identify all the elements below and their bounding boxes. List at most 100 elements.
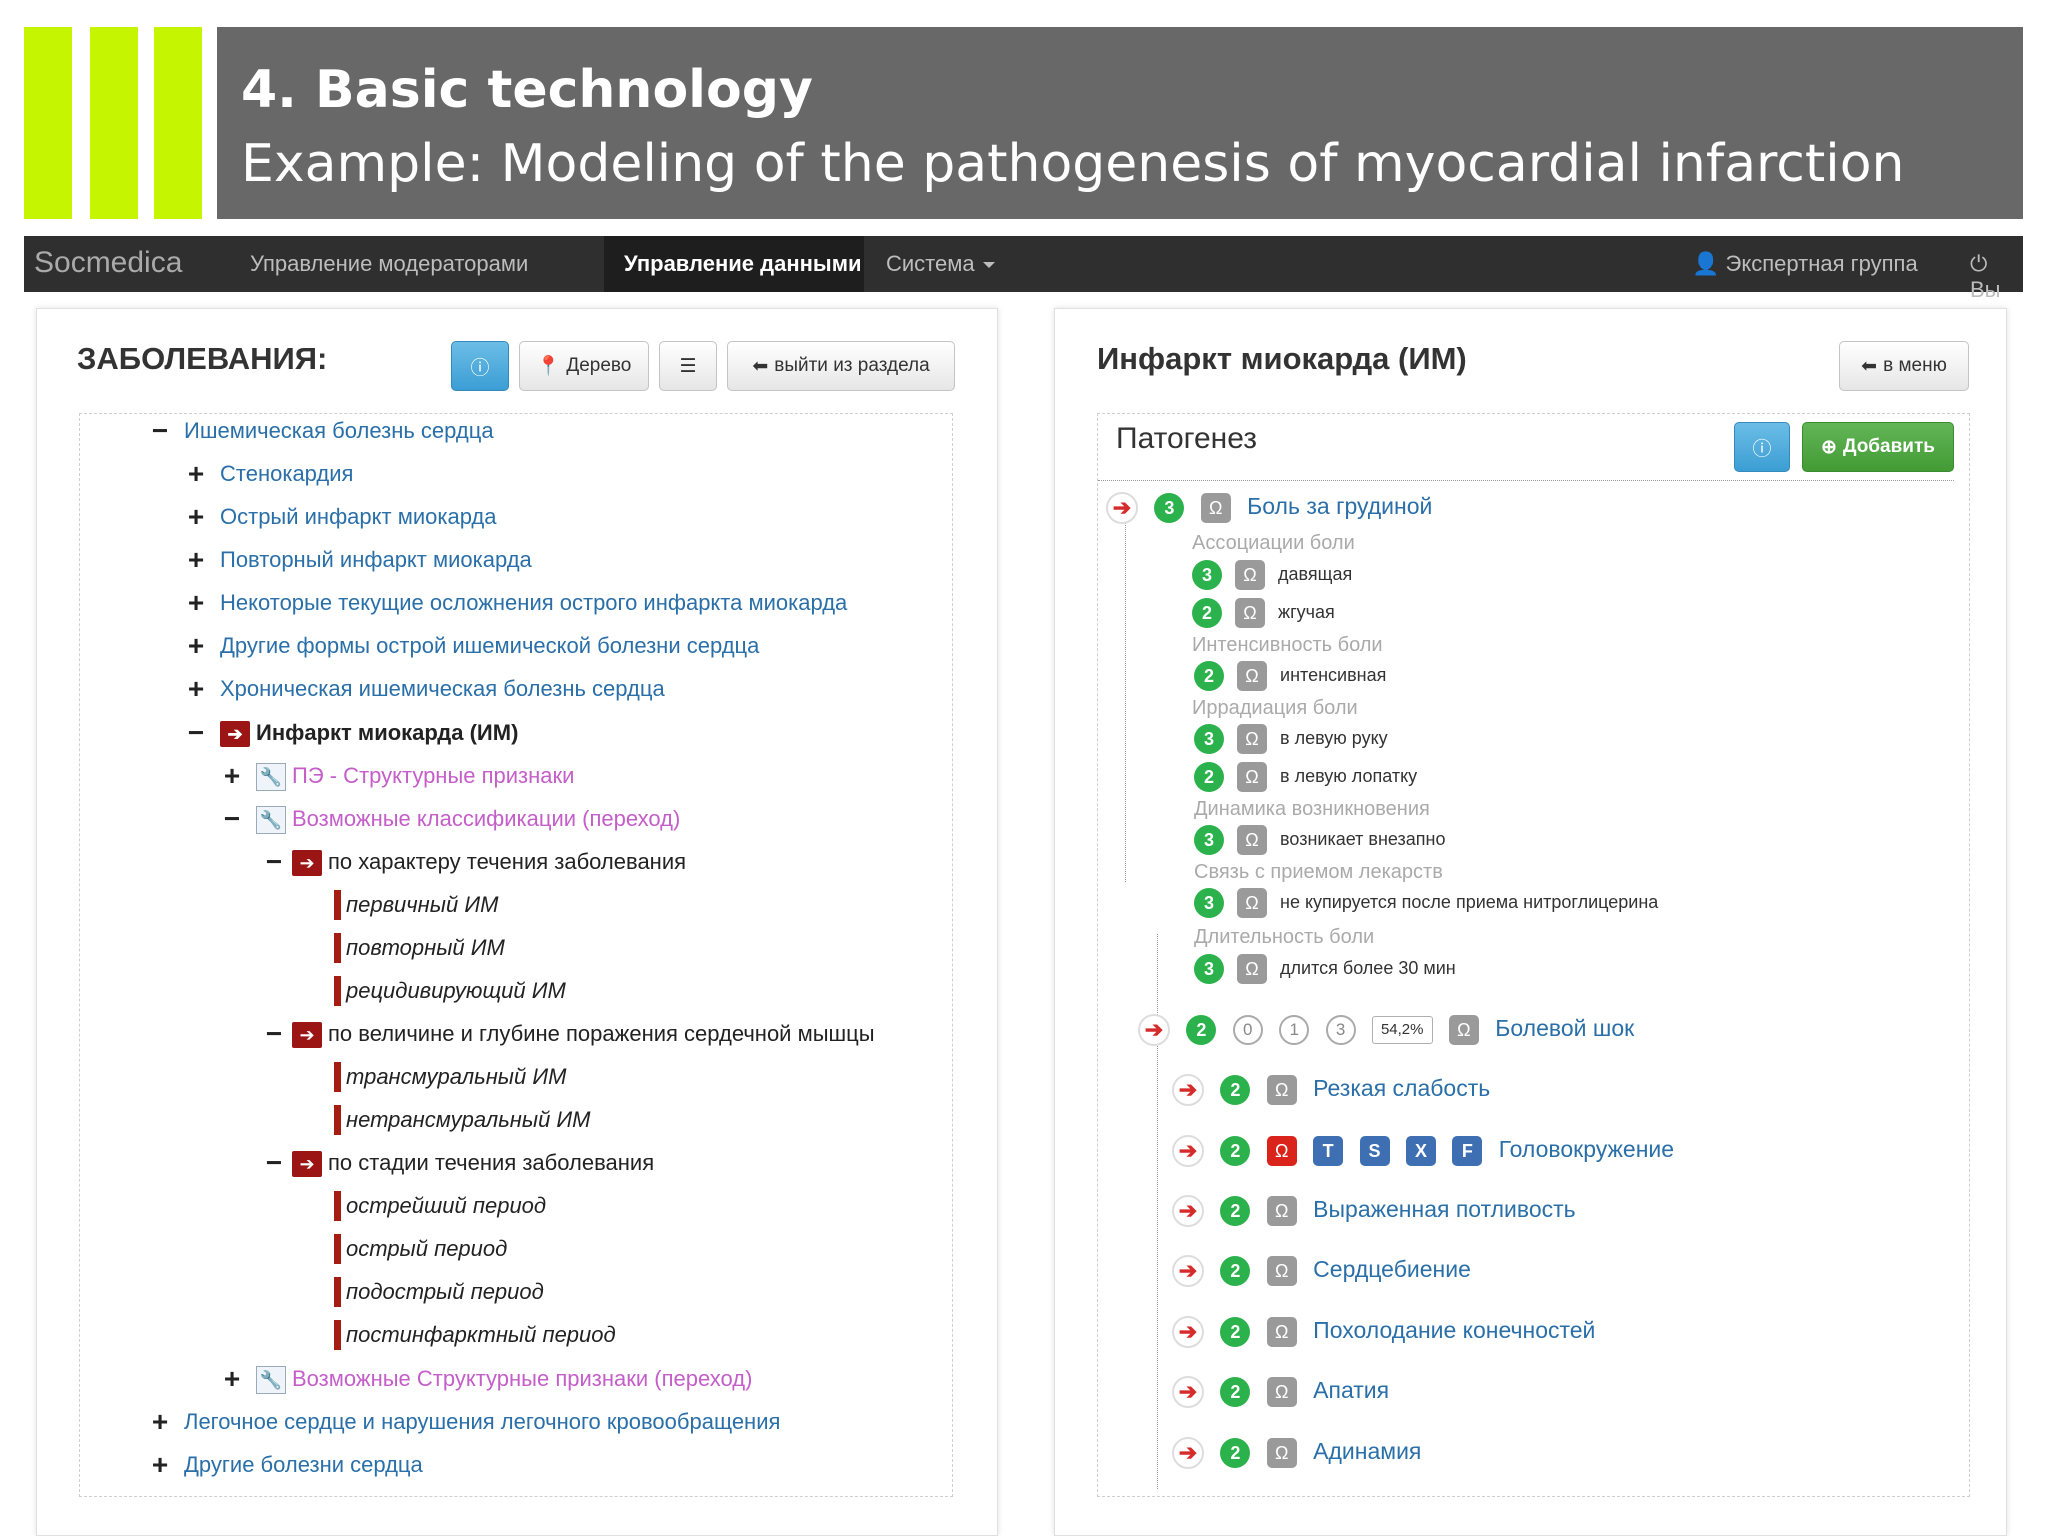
- symptom-item[interactable]: ➔ 2 Ω Апатия: [1172, 1370, 1399, 1410]
- expand-icon[interactable]: +: [220, 761, 244, 791]
- tree-node-depth[interactable]: ➔ по величине и глубине поражения сердечн…: [292, 1019, 875, 1049]
- tree-node-structural[interactable]: 🔧 ПЭ - Структурные признаки: [256, 761, 574, 792]
- symptom-item[interactable]: ➔ 2 Ω Адинамия: [1172, 1431, 1431, 1471]
- arrow-right-icon[interactable]: ➔: [1172, 1436, 1204, 1469]
- tree-node-classifications[interactable]: 🔧 Возможные классификации (переход): [256, 804, 680, 835]
- tree-leaf[interactable]: повторный ИМ: [346, 933, 505, 963]
- symptom-item[interactable]: ➔ 2 Ω Выраженная потливость: [1172, 1189, 1586, 1229]
- tree-node-pulmonary[interactable]: Легочное сердце и нарушения легочного кр…: [184, 1407, 780, 1437]
- collapse-icon[interactable]: −: [262, 847, 286, 877]
- symptom-pain-shock[interactable]: ➔ 2 0 1 3 54,2% Ω Болевой шок: [1138, 1008, 1644, 1048]
- tree-node-possible-structural[interactable]: 🔧 Возможные Структурные признаки (переход…: [256, 1364, 752, 1395]
- collapse-icon[interactable]: −: [220, 804, 244, 834]
- expand-icon[interactable]: +: [184, 588, 208, 618]
- nav-user[interactable]: 👤 Экспертная группа: [1692, 251, 1918, 277]
- attribute-item[interactable]: 2 Ω жгучая: [1192, 596, 1343, 629]
- tree-leaf[interactable]: первичный ИМ: [346, 890, 498, 920]
- symptom-item[interactable]: ➔ 2 Ω Похолодание конечностей: [1172, 1310, 1605, 1350]
- attribute-item[interactable]: 3 Ω возникает внезапно: [1194, 823, 1453, 856]
- symptom-item[interactable]: ➔ 2 Ω Сердцебиение: [1172, 1249, 1481, 1289]
- omega-icon[interactable]: Ω: [1266, 1376, 1297, 1407]
- tree-node-other-acute[interactable]: Другие формы острой ишемической болезни …: [220, 631, 759, 661]
- symptom-item[interactable]: ➔ 2 Ω T S X F Головокружение: [1172, 1129, 1684, 1169]
- tree-node-acute-mi[interactable]: Острый инфаркт миокарда: [220, 502, 497, 532]
- tree-leaf[interactable]: рецидивирующий ИМ: [346, 976, 566, 1006]
- collapse-icon[interactable]: −: [262, 1019, 286, 1049]
- omega-icon[interactable]: Ω: [1266, 1316, 1297, 1347]
- arrow-right-icon[interactable]: ➔: [1172, 1134, 1204, 1167]
- omega-icon[interactable]: Ω: [1235, 598, 1266, 629]
- expand-icon[interactable]: +: [184, 502, 208, 532]
- tree-leaf[interactable]: острый период: [346, 1234, 507, 1264]
- expand-icon[interactable]: +: [220, 1364, 244, 1394]
- omega-icon[interactable]: Ω: [1448, 1014, 1479, 1045]
- info-button[interactable]: ⓘ: [451, 341, 509, 391]
- arrow-right-icon[interactable]: ➔: [1106, 491, 1138, 524]
- tree-node-other-heart[interactable]: Другие болезни сердца: [184, 1450, 423, 1480]
- arrow-right-icon[interactable]: ➔: [1172, 1073, 1204, 1106]
- tag-t[interactable]: T: [1313, 1135, 1344, 1166]
- omega-icon[interactable]: Ω: [1266, 1437, 1297, 1468]
- tree-leaf[interactable]: острейший период: [346, 1191, 546, 1221]
- tag-f[interactable]: F: [1452, 1135, 1483, 1166]
- brand-logo[interactable]: Socmedica: [34, 246, 182, 280]
- collapse-icon[interactable]: −: [262, 1148, 286, 1178]
- arrow-right-icon[interactable]: ➔: [1172, 1254, 1204, 1287]
- exit-section-button[interactable]: ⬅ выйти из раздела: [727, 341, 955, 391]
- tree-node-course[interactable]: ➔ по характеру течения заболевания: [292, 847, 686, 877]
- tree-node-complications[interactable]: Некоторые текущие осложнения острого инф…: [220, 588, 847, 618]
- tag-s[interactable]: S: [1359, 1135, 1390, 1166]
- attribute-item[interactable]: 2 Ω в левую лопатку: [1194, 760, 1425, 793]
- tree-node-ihd[interactable]: Ишемическая болезнь сердца: [184, 416, 494, 446]
- expand-icon[interactable]: +: [184, 674, 208, 704]
- expand-icon[interactable]: +: [184, 459, 208, 489]
- tag-x[interactable]: X: [1405, 1135, 1436, 1166]
- attribute-item[interactable]: 3 Ω в левую руку: [1194, 722, 1396, 755]
- omega-icon[interactable]: Ω: [1237, 661, 1268, 692]
- tree-node-mi[interactable]: ➔ Инфаркт миокарда (ИМ): [220, 718, 518, 748]
- collapse-icon[interactable]: −: [184, 718, 208, 748]
- omega-icon[interactable]: Ω: [1237, 888, 1268, 919]
- omega-icon[interactable]: Ω: [1200, 492, 1231, 523]
- symptom-chest-pain[interactable]: ➔ 3 Ω Боль за грудиной: [1106, 486, 1442, 526]
- omega-icon[interactable]: Ω: [1235, 560, 1266, 591]
- arrow-right-icon[interactable]: ➔: [1138, 1013, 1170, 1046]
- arrow-right-icon[interactable]: ➔: [1172, 1194, 1204, 1227]
- expand-icon[interactable]: +: [184, 631, 208, 661]
- add-button[interactable]: ⊕ Добавить: [1802, 422, 1954, 472]
- attribute-item[interactable]: 3 Ω давящая: [1192, 558, 1360, 591]
- tree-leaf[interactable]: трансмуральный ИМ: [346, 1062, 566, 1092]
- nav-system[interactable]: Система: [886, 251, 995, 277]
- omega-icon[interactable]: Ω: [1266, 1195, 1297, 1226]
- attribute-item[interactable]: 3 Ω длится более 30 мин: [1194, 952, 1464, 985]
- omega-icon[interactable]: Ω: [1266, 1255, 1297, 1286]
- tree-node-angina[interactable]: Стенокардия: [220, 459, 353, 489]
- weight-option[interactable]: 1: [1279, 1014, 1310, 1045]
- menu-button[interactable]: ⬅ в меню: [1839, 341, 1969, 391]
- omega-icon[interactable]: Ω: [1237, 954, 1268, 985]
- nav-logout[interactable]: ⏻ Вы: [1970, 251, 2023, 303]
- nav-moderators[interactable]: Управление модераторами: [250, 251, 528, 277]
- tree-button[interactable]: 📍 Дерево: [519, 341, 649, 391]
- attribute-item[interactable]: 3 Ω не купируется после приема нитроглиц…: [1194, 886, 1666, 919]
- tree-node-chronic-ihd[interactable]: Хроническая ишемическая болезнь сердца: [220, 674, 665, 704]
- tree-leaf[interactable]: подострый период: [346, 1277, 544, 1307]
- expand-icon[interactable]: +: [148, 1407, 172, 1437]
- symptom-item[interactable]: ➔ 2 Ω Резкая слабость: [1172, 1068, 1500, 1108]
- info-button[interactable]: ⓘ: [1734, 422, 1790, 472]
- tree-node-stage[interactable]: ➔ по стадии течения заболевания: [292, 1148, 654, 1178]
- tree-leaf[interactable]: нетрансмуральный ИМ: [346, 1105, 591, 1135]
- tree-node-repeat-mi[interactable]: Повторный инфаркт миокарда: [220, 545, 532, 575]
- tree-leaf[interactable]: постинфарктный период: [346, 1320, 616, 1350]
- omega-icon[interactable]: Ω: [1266, 1074, 1297, 1105]
- arrow-right-icon[interactable]: ➔: [1172, 1315, 1204, 1348]
- attribute-item[interactable]: 2 Ω интенсивная: [1194, 659, 1394, 692]
- omega-red-icon[interactable]: Ω: [1266, 1135, 1297, 1166]
- collapse-icon[interactable]: −: [148, 416, 172, 446]
- weight-badge[interactable]: 2: [1186, 1014, 1217, 1045]
- list-button[interactable]: ☰: [659, 341, 717, 391]
- expand-icon[interactable]: +: [184, 545, 208, 575]
- omega-icon[interactable]: Ω: [1237, 762, 1268, 793]
- omega-icon[interactable]: Ω: [1237, 724, 1268, 755]
- omega-icon[interactable]: Ω: [1237, 825, 1268, 856]
